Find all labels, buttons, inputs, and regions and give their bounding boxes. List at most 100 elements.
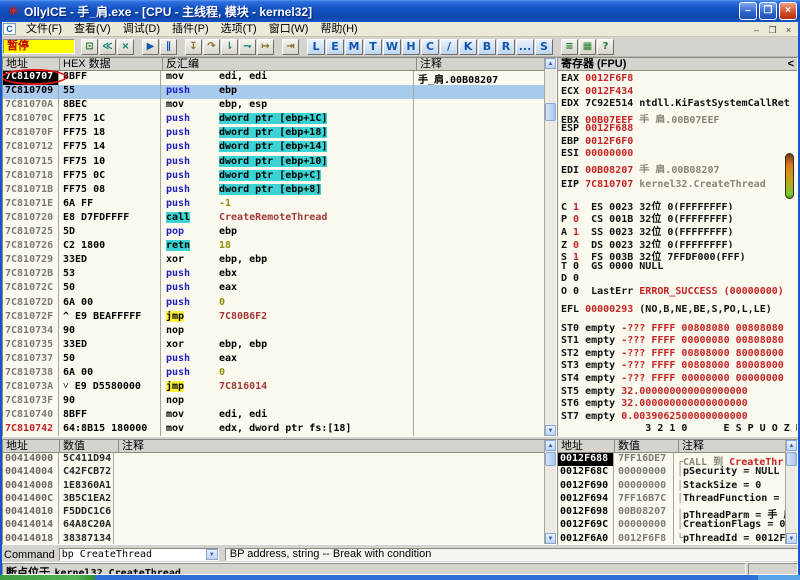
stack-row[interactable]: 0012F6947FF16B7C│ThreadFunction = 7FF16B… (558, 492, 785, 507)
appearance-button[interactable]: ▦ (579, 38, 596, 55)
minimize-button[interactable]: – (739, 2, 757, 20)
disasm-row[interactable]: 7C810707 8BFF mov edi, edi 手_肩.00B08207 (3, 71, 544, 86)
cpu-window-button[interactable]: C (421, 38, 439, 55)
stack-row[interactable]: 0012F690 00000000 │StackSize = 0 (558, 479, 785, 493)
disasm-row[interactable]: 7C81072B 53 push ebx (3, 268, 544, 283)
disasm-row[interactable]: 7C81073F 90 nop (3, 395, 544, 410)
disasm-row[interactable]: 7C810720 E8 D7FDFFFF call CreateRemoteThrea… (3, 211, 544, 227)
disasm-row[interactable]: 7C81072C 50 push eax (3, 282, 544, 297)
menu-item[interactable]: 查看(V) (68, 22, 117, 37)
dump-scrollbar[interactable]: ▲ ▼ (544, 440, 556, 544)
stack-row[interactable]: 0012F698 00B08207 │pThreadParm = 手_肩 (558, 506, 785, 520)
disasm-row[interactable]: 7C810725 5D pop ebp (3, 226, 544, 241)
command-input[interactable] (59, 549, 206, 560)
start-button-edge[interactable] (0, 575, 95, 580)
register-line[interactable]: T 0 GS 0000 NULL (561, 261, 797, 274)
register-line[interactable]: ST1 empty -??? FFFF 00000080 00808080 (561, 335, 797, 348)
disassembly-scrollbar[interactable]: ▲ ▼ (544, 58, 556, 436)
dump-row[interactable]: 0041400C 3B5C1EA2 (3, 492, 544, 507)
disasm-row[interactable]: 7C81070C FF75 1C push dword ptr [ebp+1C] (3, 113, 544, 128)
references-window-button[interactable]: R (497, 38, 515, 55)
register-line[interactable]: Z 0 DS 0023 32位 0(FFFFFFFF) (561, 236, 797, 249)
menu-item[interactable]: 调试(D) (117, 22, 166, 37)
open-file-button[interactable]: ⊡ (81, 38, 98, 55)
dump-row[interactable]: 00414014 64A8C20A (3, 519, 544, 533)
disasm-row[interactable]: 7C810737 50 push eax (3, 352, 544, 367)
menu-item[interactable]: 帮助(H) (314, 22, 363, 37)
register-line[interactable]: EBX 00B07EEF 手_肩.00B07EEF (561, 111, 797, 124)
disasm-row[interactable]: 7C810742 64:8B15 180000 mov edx, dword ptr … (3, 423, 544, 436)
restart-button[interactable]: ≪ (99, 38, 116, 55)
dump-row[interactable]: 00414010 F5DDC1C6 (3, 506, 544, 520)
patches-window-button[interactable]: / (440, 38, 458, 55)
register-line[interactable]: EFL 00000293 (NO,B,NE,BE,S,PO,L,LE) (561, 304, 797, 317)
register-line[interactable]: EDX 7C92E514 ntdll.KiFastSystemCallRet (561, 98, 797, 111)
disasm-row[interactable]: 7C810740 8BFF mov edi, edi (3, 409, 544, 424)
close-button[interactable]: × (779, 2, 797, 20)
scroll-up-icon[interactable]: ▲ (786, 440, 797, 451)
threads-window-button[interactable]: T (364, 38, 382, 55)
menu-item[interactable]: 文件(F) (20, 22, 68, 37)
step-over-button[interactable]: ↷ (203, 38, 220, 55)
register-line[interactable]: 3 2 1 0 E S P U O Z D I (561, 423, 797, 436)
disasm-row[interactable]: 7C81072F ^ E9 BEAFFFFF jmp 7C80B6F2 (3, 310, 544, 325)
scroll-down-icon[interactable]: ▼ (545, 533, 556, 544)
stack-scrollbar[interactable]: ▲ ▼ (785, 440, 797, 544)
close-process-button[interactable]: × (117, 38, 134, 55)
collapse-icon[interactable]: < (788, 58, 794, 70)
restore-button[interactable]: ❐ (759, 2, 777, 20)
disasm-row[interactable]: 7C810735 33ED xor ebp, ebp (3, 338, 544, 353)
register-line[interactable]: EAX 0012F6F8 (561, 73, 797, 86)
register-line[interactable]: C 1 ES 0023 32位 0(FFFFFFFF) (561, 198, 797, 211)
log-window-button[interactable]: L (307, 38, 325, 55)
register-line[interactable]: ST6 empty 32.000000000000000000 (561, 398, 797, 411)
call-stack-button[interactable]: K (459, 38, 477, 55)
register-line[interactable]: ESI 00000000 (561, 148, 797, 161)
disasm-row[interactable]: 7C810712 FF75 14 push dword ptr [ebp+14] (3, 141, 544, 156)
register-line[interactable]: P 0 CS 001B 32位 0(FFFFFFFF) (561, 210, 797, 223)
options-button[interactable]: ≡ (561, 38, 578, 55)
windows-window-button[interactable]: W (383, 38, 401, 55)
register-line[interactable]: ST4 empty -??? FFFF 00000000 00000000 (561, 373, 797, 386)
dump-row[interactable]: 00414018 38387134 (3, 532, 544, 544)
dump-row[interactable]: 00414004 C42FCB72 (3, 466, 544, 480)
breakpoints-window-button[interactable]: B (478, 38, 496, 55)
disasm-row[interactable]: 7C81071B FF75 08 push dword ptr [ebp+8] (3, 183, 544, 198)
register-line[interactable]: ST3 empty -??? FFFF 00808000 80008000 (561, 360, 797, 373)
run-trace-button[interactable]: ... (516, 38, 534, 55)
register-line[interactable]: ST2 empty -??? FFFF 00808000 80008000 (561, 348, 797, 361)
dump-row[interactable]: 00414008 1E8360A1 (3, 479, 544, 493)
disasm-row[interactable]: 7C81073A ˅ E9 D5580000 jmp 7C816014 (3, 381, 544, 396)
mdi-close-button[interactable]: × (781, 22, 796, 36)
pause-button[interactable]: ∥ (160, 38, 177, 55)
register-line[interactable]: EBP 0012F6F0 (561, 136, 797, 149)
help-button[interactable]: ? (597, 38, 614, 55)
register-line[interactable]: ESP 0012F688 (561, 123, 797, 136)
disasm-row[interactable]: 7C81072D 6A 00 push 0 (3, 296, 544, 311)
register-line[interactable]: D 0 (561, 273, 797, 286)
stack-row[interactable]: 0012F688 7FF16DE7 ┌CALL 到 CreateThr (558, 453, 785, 467)
scroll-down-icon[interactable]: ▼ (545, 425, 556, 436)
source-window-button[interactable]: S (535, 38, 553, 55)
scroll-thumb[interactable] (545, 452, 556, 466)
mdi-restore-button[interactable]: ❐ (765, 22, 780, 36)
scroll-thumb[interactable] (545, 103, 556, 121)
scroll-up-icon[interactable]: ▲ (545, 58, 556, 69)
disasm-row[interactable]: 7C81070A 8BEC mov ebp, esp (3, 99, 544, 114)
menu-item[interactable]: 窗口(W) (263, 22, 315, 37)
animate-over-button[interactable]: ⇁ (239, 38, 256, 55)
scroll-down-icon[interactable]: ▼ (786, 533, 797, 544)
disasm-row[interactable]: 7C810729 33ED xor ebp, ebp (3, 254, 544, 269)
disasm-row[interactable]: 7C810715 FF75 10 push dword ptr [ebp+10] (3, 155, 544, 170)
mdi-minimize-button[interactable]: – (749, 22, 764, 36)
register-line[interactable]: O 0 LastErr ERROR_SUCCESS (00000000) (561, 286, 797, 299)
menu-item[interactable]: 插件(P) (166, 22, 215, 37)
register-line[interactable]: EIP 7C810707 kernel32.CreateThread (561, 179, 797, 192)
dump-row[interactable]: 00414000 5C411D94 (3, 453, 544, 467)
executable-modules-button[interactable]: E (326, 38, 344, 55)
disasm-row[interactable]: 7C810738 6A 00 push 0 (3, 366, 544, 382)
memory-map-button[interactable]: M (345, 38, 363, 55)
mdi-child-icon[interactable]: C (3, 23, 16, 35)
register-line[interactable]: ST7 empty 0.0039062500000000000 (561, 411, 797, 424)
stack-row[interactable]: 0012F68C 00000000 │pSecurity = NULL (558, 466, 785, 480)
